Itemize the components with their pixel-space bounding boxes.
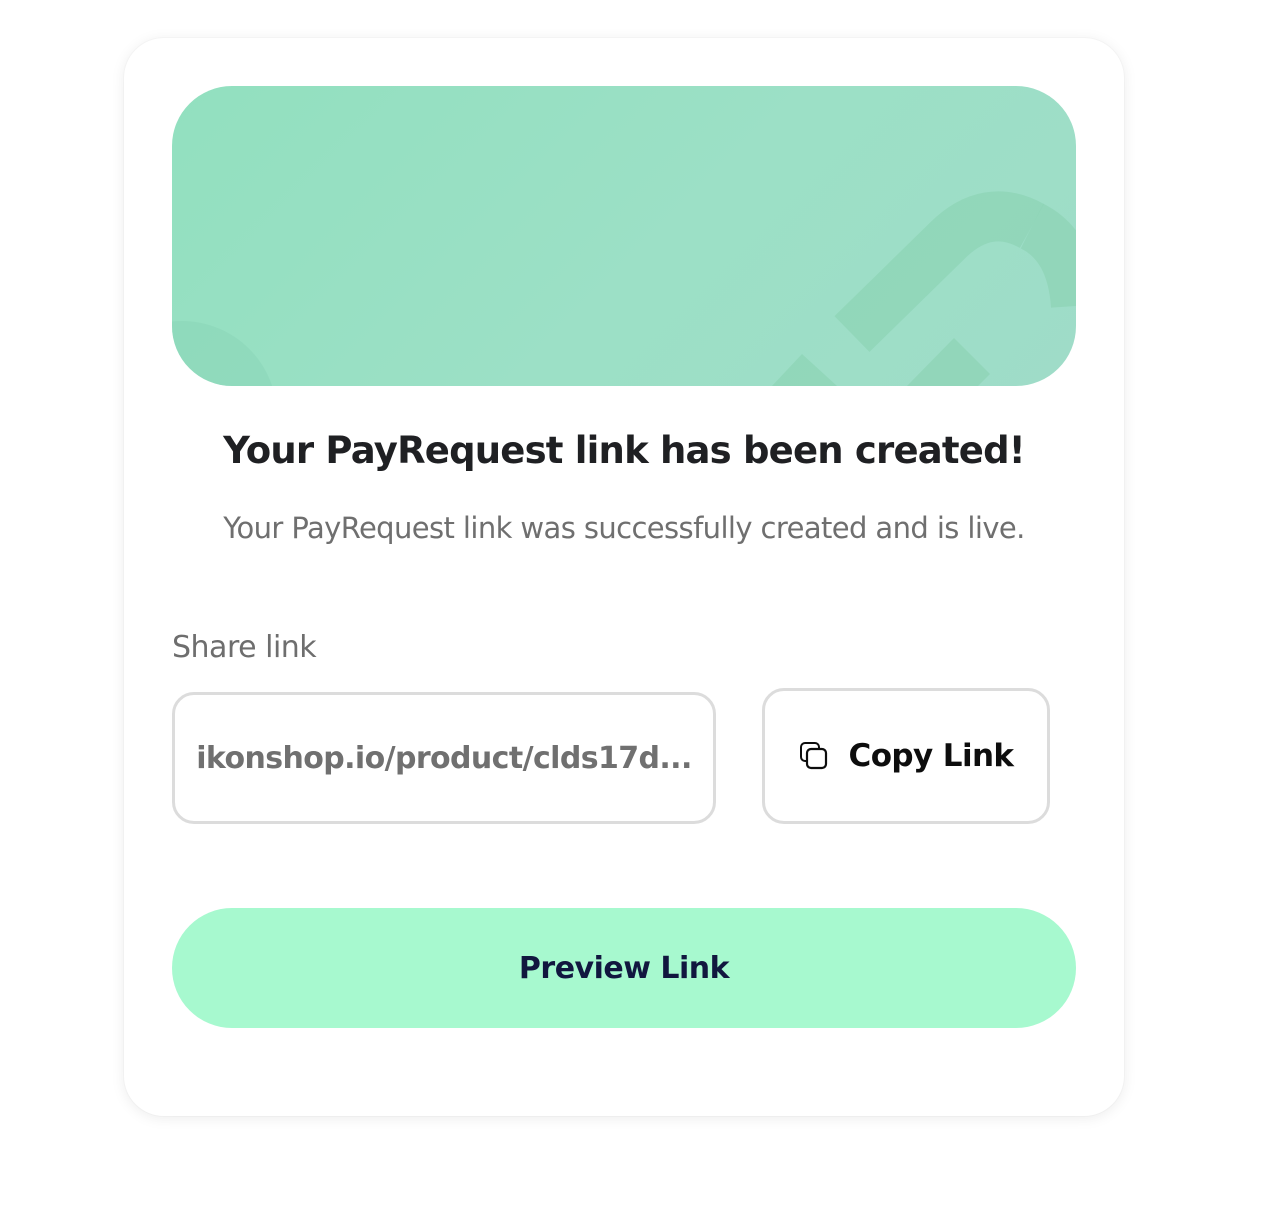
- copy-icon: [799, 741, 829, 771]
- share-link-label: Share link: [172, 630, 317, 665]
- copy-link-label: Copy Link: [848, 738, 1015, 774]
- dialog-title: Your PayRequest link has been created!: [223, 429, 1026, 472]
- preview-link-label: Preview Link: [518, 950, 730, 986]
- share-link-field[interactable]: ikonshop.io/product/clds17d...: [172, 692, 716, 824]
- copy-link-button[interactable]: Copy Link: [762, 688, 1050, 824]
- share-link-value: ikonshop.io/product/clds17d...: [196, 740, 692, 776]
- banner-decoration: [172, 191, 1076, 386]
- link-created-card: Your PayRequest link has been created! Y…: [124, 38, 1124, 1116]
- dialog-subtitle: Your PayRequest link was successfully cr…: [223, 511, 1025, 545]
- success-banner: [172, 86, 1076, 386]
- preview-link-button[interactable]: Preview Link: [172, 908, 1076, 1028]
